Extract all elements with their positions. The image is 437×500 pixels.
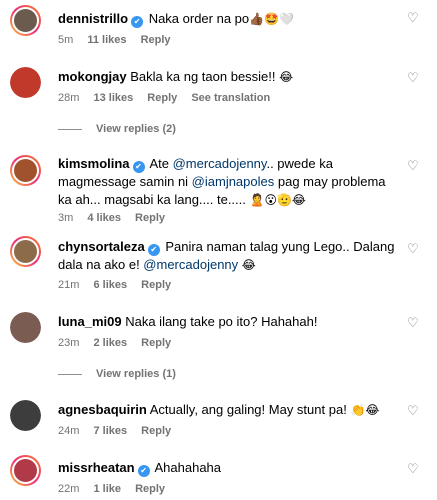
reply-button[interactable]: Reply bbox=[141, 279, 171, 291]
reply-button[interactable]: Reply bbox=[135, 212, 165, 224]
avatar-image bbox=[12, 457, 39, 484]
view-replies-label: View replies (1) bbox=[96, 368, 176, 380]
comment-text: luna_mi09 Naka ilang take po ito? Hahaha… bbox=[58, 313, 398, 331]
like-heart-icon[interactable]: ♡ bbox=[407, 72, 421, 86]
likes-count[interactable]: 2 likes bbox=[93, 337, 127, 349]
verified-badge-icon: ✔ bbox=[137, 465, 150, 477]
comment-text: kimsmolina ✔ Ate @mercadojenny.. pwede ka… bbox=[58, 155, 398, 209]
comment-username[interactable]: luna_mi09 bbox=[58, 314, 122, 329]
avatar-image bbox=[12, 238, 39, 265]
like-heart-icon[interactable]: ♡ bbox=[407, 243, 421, 257]
emoji-group: 🙎😮🫡😂 bbox=[249, 193, 306, 207]
comment-text: agnesbaquirin Actually, ang galing! May … bbox=[58, 401, 398, 419]
comment-username[interactable]: kimsmolina bbox=[58, 156, 130, 171]
likes-count[interactable]: 7 likes bbox=[93, 425, 127, 437]
comment-text: chynsortaleza ✔ Panira naman talag yung L… bbox=[58, 238, 398, 274]
view-replies-button[interactable]: View replies (2) bbox=[58, 123, 176, 135]
mention-link[interactable]: @mercadojenny bbox=[173, 156, 267, 171]
comment-time: 21m bbox=[58, 279, 80, 291]
avatar[interactable] bbox=[10, 67, 41, 98]
see-translation-button[interactable]: See translation bbox=[191, 92, 270, 104]
comment-meta: 5m 11 likes Reply bbox=[58, 34, 182, 46]
likes-count[interactable]: 13 likes bbox=[93, 92, 133, 104]
emoji-group: 😂 bbox=[241, 258, 256, 272]
avatar[interactable] bbox=[10, 312, 41, 343]
avatar-image bbox=[10, 400, 41, 431]
comment-body-part: Ate bbox=[149, 156, 173, 171]
avatar[interactable] bbox=[10, 5, 41, 36]
reply-button[interactable]: Reply bbox=[141, 337, 171, 349]
comment-body: Actually, ang galing! May stunt pa! bbox=[149, 402, 347, 417]
reply-button[interactable]: Reply bbox=[141, 34, 171, 46]
comment-time: 22m bbox=[58, 483, 80, 495]
avatar[interactable] bbox=[10, 155, 41, 186]
comment-text: missrheatan ✔ Ahahahaha bbox=[58, 459, 398, 477]
verified-badge-icon: ✔ bbox=[147, 244, 160, 256]
comment-text: mokongjay Bakla ka ng taon bessie!! 😂 bbox=[58, 68, 398, 86]
verified-badge-icon: ✔ bbox=[132, 161, 145, 173]
like-heart-icon[interactable]: ♡ bbox=[407, 405, 421, 419]
comment-meta: 24m 7 likes Reply bbox=[58, 425, 182, 437]
comment-meta: 3m 4 likes Reply bbox=[58, 212, 176, 224]
comment-body: Bakla ka ng taon bessie!! bbox=[130, 69, 276, 84]
avatar[interactable] bbox=[10, 400, 41, 431]
comment-time: 5m bbox=[58, 34, 74, 46]
comment-meta: 21m 6 likes Reply bbox=[58, 279, 182, 291]
verified-badge-icon: ✔ bbox=[131, 16, 144, 28]
emoji-group: 👏😂 bbox=[350, 403, 380, 417]
likes-count[interactable]: 6 likes bbox=[93, 279, 127, 291]
view-replies-button[interactable]: View replies (1) bbox=[58, 368, 176, 380]
view-replies-label: View replies (2) bbox=[96, 123, 176, 135]
comment-body: Ahahahaha bbox=[154, 460, 222, 475]
comment-text: dennistrillo ✔ Naka order na po👍🏾🤩🤍 bbox=[58, 10, 398, 28]
avatar-image bbox=[12, 157, 39, 184]
reply-button[interactable]: Reply bbox=[141, 425, 171, 437]
comment-meta: 28m 13 likes Reply See translation bbox=[58, 92, 281, 104]
comment-username[interactable]: chynsortaleza bbox=[58, 239, 145, 254]
likes-count[interactable]: 1 like bbox=[93, 483, 121, 495]
comment-meta: 23m 2 likes Reply bbox=[58, 337, 182, 349]
comment-meta: 22m 1 like Reply bbox=[58, 483, 176, 495]
avatar[interactable] bbox=[10, 236, 41, 267]
comment-username[interactable]: mokongjay bbox=[58, 69, 127, 84]
reply-button[interactable]: Reply bbox=[135, 483, 165, 495]
emoji-group: 👍🏾🤩🤍 bbox=[249, 12, 294, 26]
comment-time: 28m bbox=[58, 92, 80, 104]
avatar-image bbox=[10, 312, 41, 343]
comment-time: 23m bbox=[58, 337, 80, 349]
reply-button[interactable]: Reply bbox=[147, 92, 177, 104]
comment-time: 3m bbox=[58, 212, 74, 224]
replies-divider bbox=[58, 373, 82, 375]
emoji-group: 😂 bbox=[279, 70, 294, 84]
like-heart-icon[interactable]: ♡ bbox=[407, 12, 421, 26]
avatar-image bbox=[10, 67, 41, 98]
comment-body: Naka ilang take po ito? Hahahah! bbox=[125, 314, 318, 329]
comment-time: 24m bbox=[58, 425, 80, 437]
likes-count[interactable]: 4 likes bbox=[87, 212, 121, 224]
comment-body: Naka order na po bbox=[148, 11, 250, 26]
like-heart-icon[interactable]: ♡ bbox=[407, 317, 421, 331]
like-heart-icon[interactable]: ♡ bbox=[407, 160, 421, 174]
mention-link[interactable]: @iamjnapoles bbox=[192, 174, 275, 189]
like-heart-icon[interactable]: ♡ bbox=[407, 463, 421, 477]
mention-link[interactable]: @mercadojenny bbox=[143, 257, 238, 272]
avatar-image bbox=[12, 7, 39, 34]
comment-username[interactable]: agnesbaquirin bbox=[58, 402, 147, 417]
likes-count[interactable]: 11 likes bbox=[87, 34, 126, 46]
avatar[interactable] bbox=[10, 455, 41, 486]
comment-username[interactable]: missrheatan bbox=[58, 460, 135, 475]
replies-divider bbox=[58, 128, 82, 130]
comment-username[interactable]: dennistrillo bbox=[58, 11, 128, 26]
